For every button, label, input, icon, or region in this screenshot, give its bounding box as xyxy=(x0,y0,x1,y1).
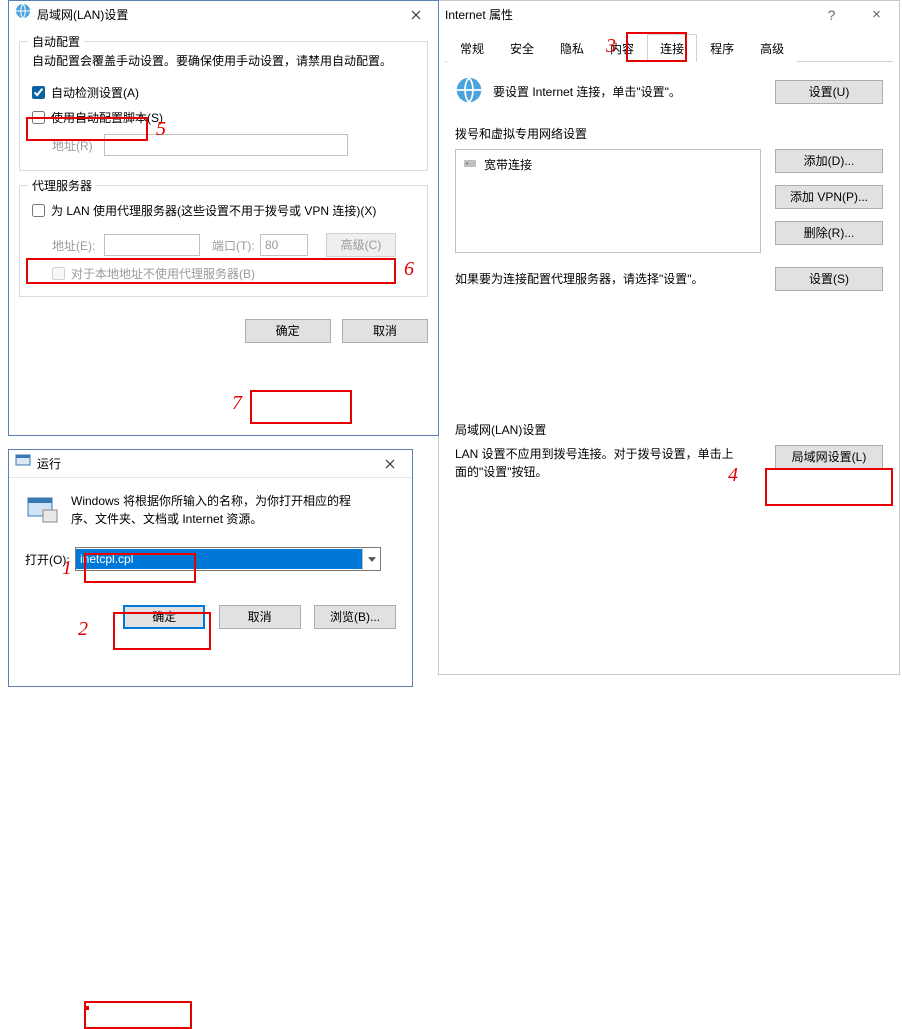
open-label: 打开(O): xyxy=(25,551,75,568)
auto-detect-label: 自动检测设置(A) xyxy=(51,84,139,101)
dialup-section-label: 拨号和虚拟专用网络设置 xyxy=(455,125,883,143)
lan-ok-button[interactable]: 确定 xyxy=(245,319,331,343)
internet-properties-window: Internet 属性 ? × 常规 安全 隐私 内容 连接 程序 高级 要设置… xyxy=(438,0,900,675)
dialup-listbox[interactable]: 宽带连接 xyxy=(455,149,761,253)
auto-config-group: 自动配置 自动配置会覆盖手动设置。要确保使用手动设置，请禁用自动配置。 自动检测… xyxy=(19,41,428,171)
proxy-port-label: 端口(T): xyxy=(212,237,260,254)
lan-settings-button[interactable]: 局域网设置(L) xyxy=(775,445,883,469)
proxy-port-input xyxy=(260,234,308,256)
help-button[interactable]: ? xyxy=(809,1,854,29)
globe-icon xyxy=(15,1,37,29)
add-button[interactable]: 添加(D)... xyxy=(775,149,883,173)
run-cancel-button[interactable]: 取消 xyxy=(219,605,301,629)
annotation-box-1 xyxy=(84,1001,192,1029)
run-window-icon xyxy=(15,450,37,478)
proxy-legend: 代理服务器 xyxy=(28,177,96,194)
dialup-item-label: 宽带连接 xyxy=(484,156,532,173)
close-icon xyxy=(411,10,421,20)
setup-button[interactable]: 设置(U) xyxy=(775,80,883,104)
modem-icon xyxy=(462,155,484,174)
run-ok-button[interactable]: 确定 xyxy=(123,605,205,629)
proxy-address-input xyxy=(104,234,200,256)
advanced-button: 高级(C) xyxy=(326,233,396,257)
auto-detect-checkbox[interactable] xyxy=(32,86,45,99)
delete-button[interactable]: 删除(R)... xyxy=(775,221,883,245)
run-program-icon xyxy=(25,492,71,529)
auto-script-checkbox[interactable] xyxy=(32,111,45,124)
tab-connections[interactable]: 连接 xyxy=(647,34,697,62)
add-vpn-button[interactable]: 添加 VPN(P)... xyxy=(775,185,883,209)
chevron-down-icon xyxy=(368,557,376,562)
close-icon xyxy=(385,459,395,469)
combobox-dropdown-button[interactable] xyxy=(362,548,380,570)
lan-close-button[interactable] xyxy=(393,1,438,29)
proxy-note: 如果要为连接配置代理服务器，请选择"设置"。 xyxy=(455,270,704,288)
ann-box-1 xyxy=(85,1006,89,1010)
lan-note: LAN 设置不应用到拨号连接。对于拨号设置，单击上面的"设置"按钮。 xyxy=(455,445,735,481)
tab-security[interactable]: 安全 xyxy=(497,34,547,62)
settings-button[interactable]: 设置(S) xyxy=(775,267,883,291)
bypass-local-checkbox xyxy=(52,267,65,280)
annotation-1 xyxy=(85,1006,89,1010)
tab-programs[interactable]: 程序 xyxy=(697,34,747,62)
auto-script-address-input xyxy=(104,134,348,156)
lan-titlebar: 局域网(LAN)设置 xyxy=(9,1,438,29)
run-titlebar: 运行 xyxy=(9,450,412,478)
proxy-group: 代理服务器 为 LAN 使用代理服务器(这些设置不用于拨号或 VPN 连接)(X… xyxy=(19,185,428,297)
connections-tab-body: 要设置 Internet 连接，单击"设置"。 设置(U) 拨号和虚拟专用网络设… xyxy=(439,62,899,495)
open-input[interactable] xyxy=(76,549,362,569)
run-dialog: 运行 Windows 将根据你所输入的名称，为你打开相应的程序、文件夹、文档或 … xyxy=(8,449,413,687)
lan-settings-dialog: 局域网(LAN)设置 自动配置 自动配置会覆盖手动设置。要确保使用手动设置，请禁… xyxy=(8,0,439,436)
run-description: Windows 将根据你所输入的名称，为你打开相应的程序、文件夹、文档或 Int… xyxy=(71,492,371,528)
close-button[interactable]: × xyxy=(854,1,899,29)
setup-text: 要设置 Internet 连接，单击"设置"。 xyxy=(493,83,681,101)
lan-section-label: 局域网(LAN)设置 xyxy=(455,421,883,439)
internet-properties-titlebar: Internet 属性 ? × xyxy=(439,1,899,29)
address-label: 地址(R) xyxy=(52,137,104,154)
open-combobox[interactable] xyxy=(75,547,381,571)
auto-config-note: 自动配置会覆盖手动设置。要确保使用手动设置，请禁用自动配置。 xyxy=(32,52,415,70)
auto-config-legend: 自动配置 xyxy=(28,33,84,50)
internet-properties-title: Internet 属性 xyxy=(445,1,513,29)
run-browse-button[interactable]: 浏览(B)... xyxy=(314,605,396,629)
tab-content[interactable]: 内容 xyxy=(597,34,647,62)
tab-strip: 常规 安全 隐私 内容 连接 程序 高级 xyxy=(445,33,893,62)
tab-advanced[interactable]: 高级 xyxy=(747,34,797,62)
globe-wand-icon xyxy=(455,76,493,107)
bypass-local-label: 对于本地地址不使用代理服务器(B) xyxy=(71,265,255,282)
lan-cancel-button[interactable]: 取消 xyxy=(342,319,428,343)
run-close-button[interactable] xyxy=(367,450,412,478)
lan-title: 局域网(LAN)设置 xyxy=(37,1,128,29)
use-proxy-checkbox[interactable] xyxy=(32,204,45,217)
dialup-list-item[interactable]: 宽带连接 xyxy=(462,154,754,174)
tab-privacy[interactable]: 隐私 xyxy=(547,34,597,62)
auto-script-label: 使用自动配置脚本(S) xyxy=(51,109,163,126)
run-title: 运行 xyxy=(37,450,61,478)
use-proxy-label: 为 LAN 使用代理服务器(这些设置不用于拨号或 VPN 连接)(X) xyxy=(51,202,376,219)
tab-general[interactable]: 常规 xyxy=(447,34,497,62)
proxy-address-label: 地址(E): xyxy=(52,237,104,254)
